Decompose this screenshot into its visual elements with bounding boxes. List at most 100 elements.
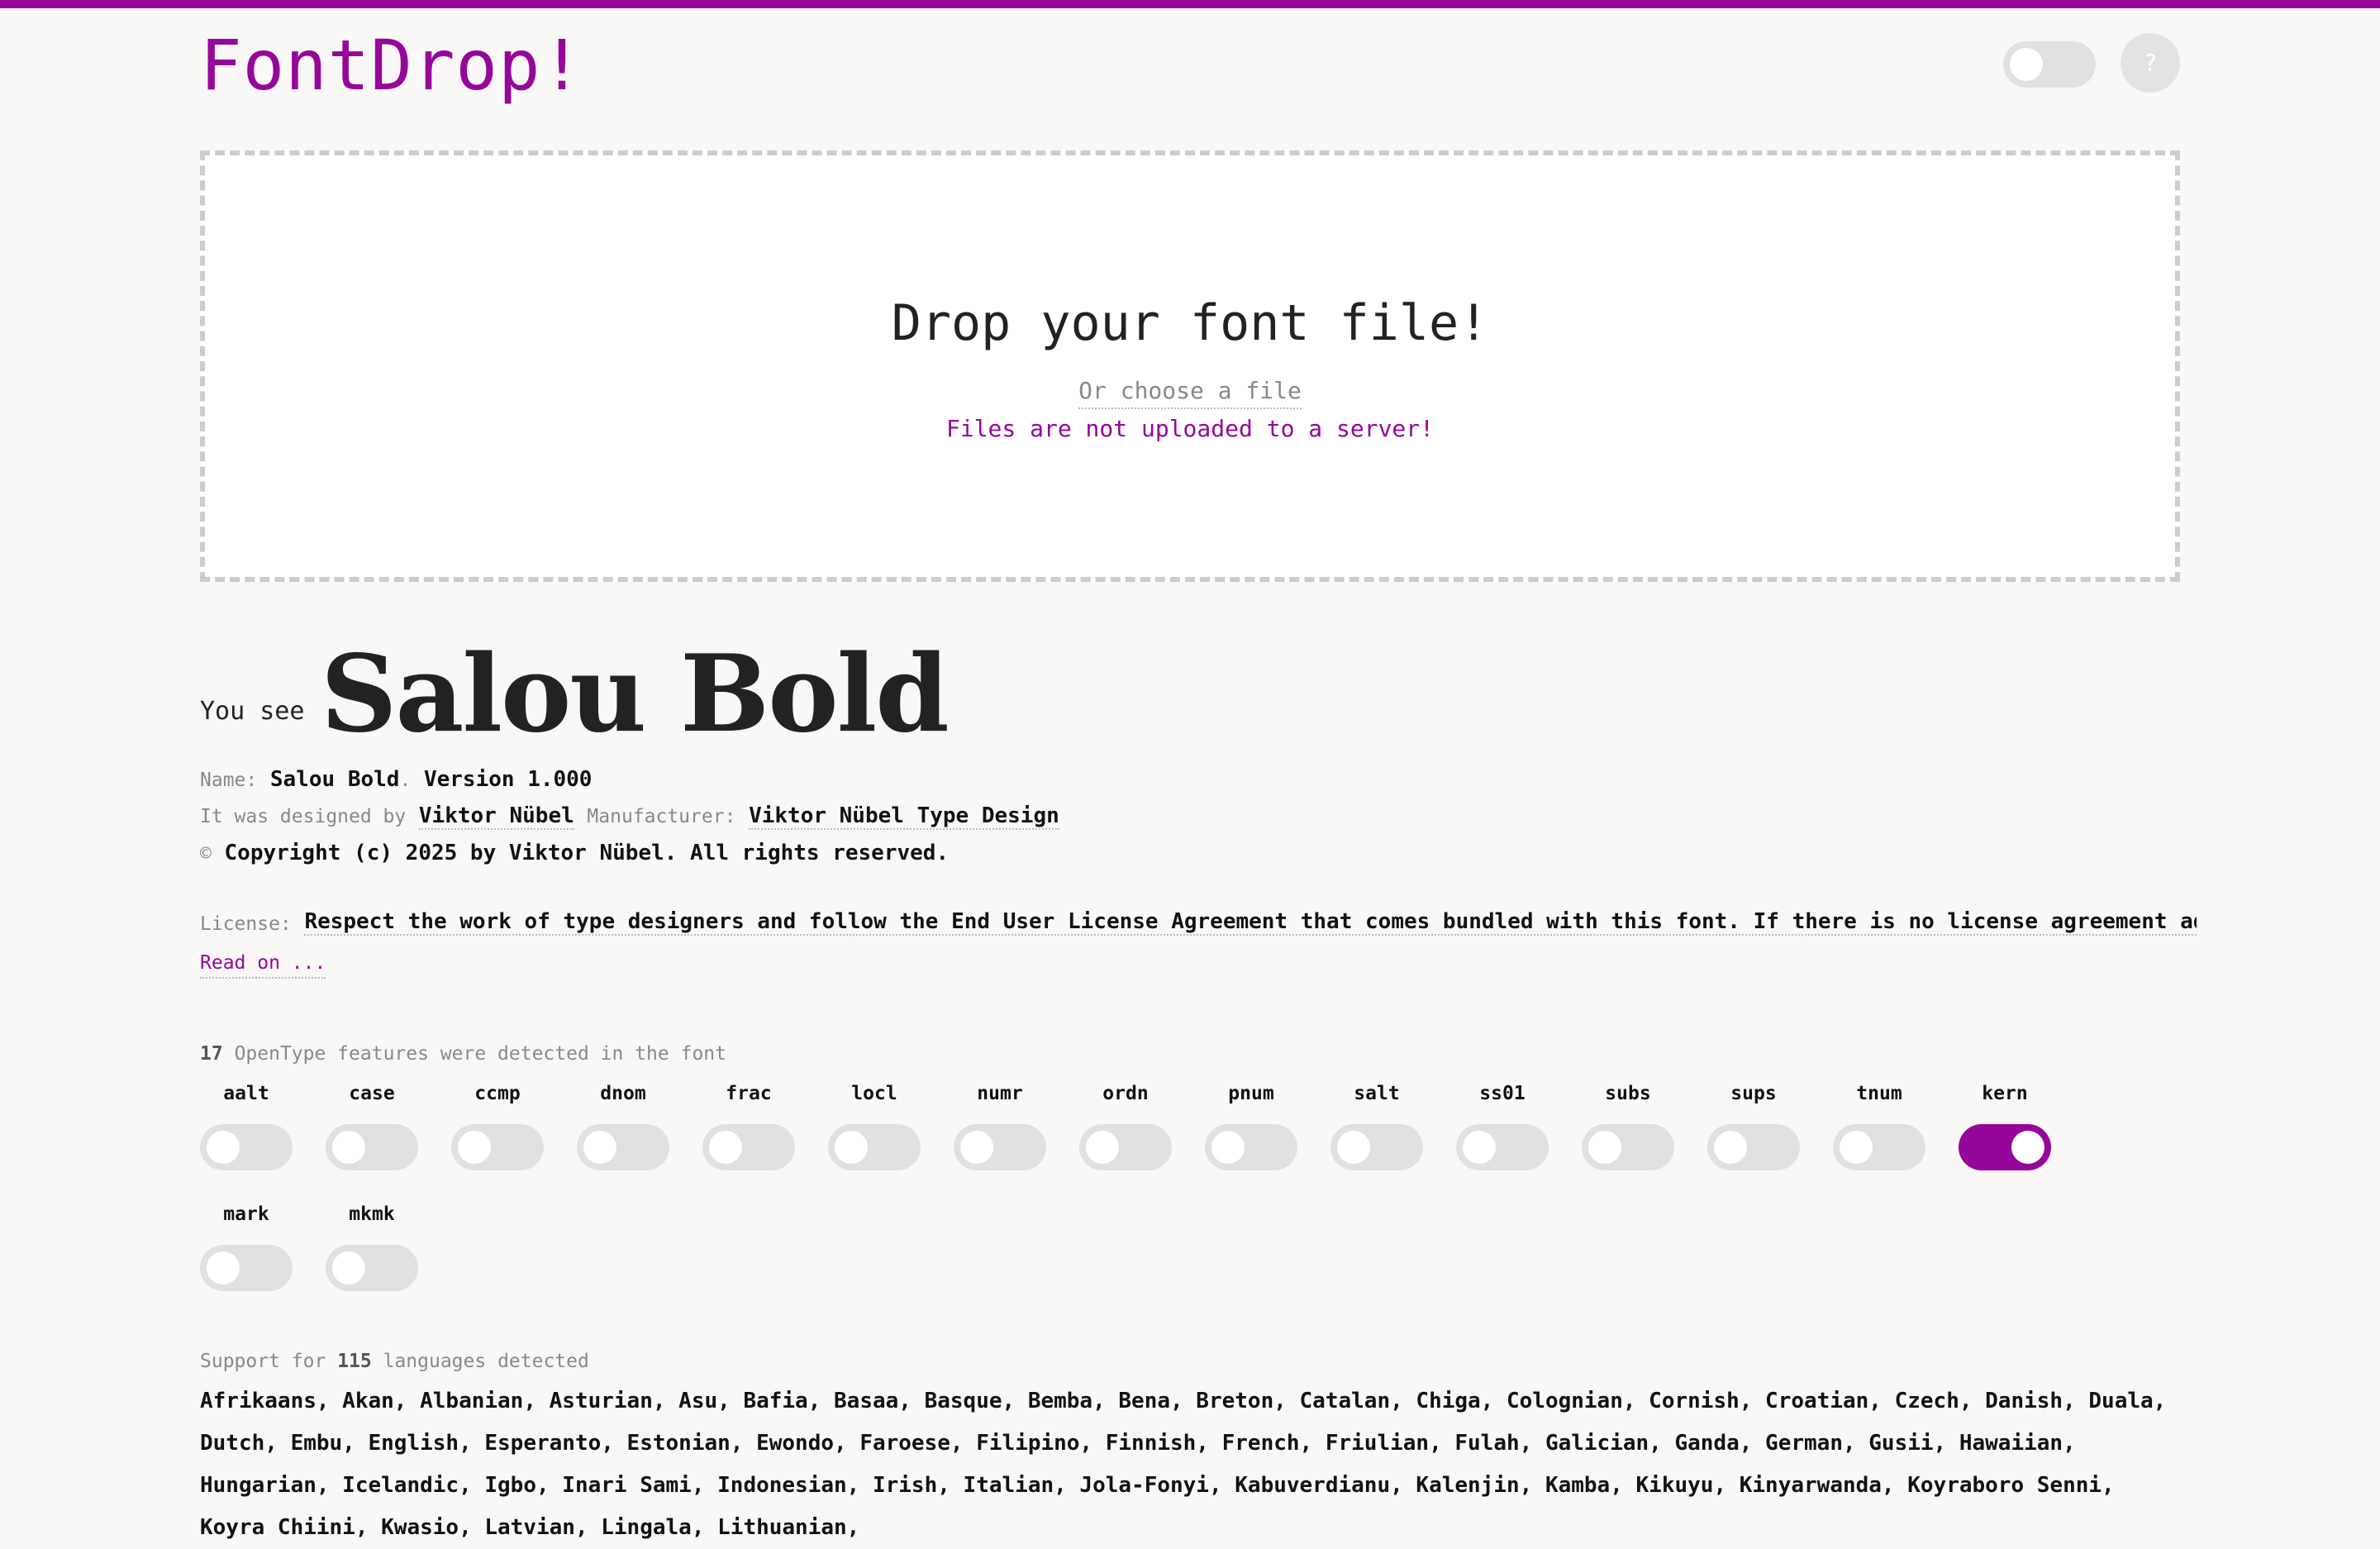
you-see-label: You see [200, 697, 305, 726]
feature-tag-label: case [349, 1083, 395, 1104]
toggle-knob [960, 1131, 993, 1164]
languages-summary: Support for 115 languages detected [200, 1351, 589, 1372]
features-summary-text: OpenType features were detected in the f… [234, 1043, 726, 1065]
designer-link[interactable]: Viktor Nübel [418, 803, 574, 830]
feature-numr: numr [954, 1083, 1046, 1174]
toggle-knob [207, 1251, 240, 1284]
license-row: License: Respect the work of type design… [200, 909, 2197, 936]
feature-toggle-numr[interactable] [954, 1124, 1046, 1170]
feature-tag-label: frac [726, 1083, 772, 1104]
license-text: Respect the work of type designers and f… [304, 909, 2197, 936]
languages-list: Afrikaans, Akan, Albanian, Asturian, Asu… [200, 1389, 2167, 1540]
feature-pnum: pnum [1205, 1083, 1297, 1174]
toggle-knob [1840, 1131, 1873, 1164]
toggle-knob [709, 1131, 742, 1164]
feature-aalt: aalt [200, 1083, 293, 1174]
toggle-knob [2010, 48, 2043, 81]
toggle-knob [1588, 1131, 1621, 1164]
feature-case: case [326, 1083, 418, 1174]
feature-tag-label: numr [977, 1083, 1023, 1104]
feature-tag-label: salt [1354, 1083, 1400, 1104]
font-name-row: Name: Salou Bold. Version 1.000 [200, 767, 592, 792]
feature-toggle-kern[interactable] [1959, 1124, 2051, 1170]
features-count: 17 [200, 1043, 223, 1065]
feature-mark: mark [200, 1203, 293, 1294]
feature-toggle-ordn[interactable] [1079, 1124, 1172, 1170]
dark-mode-toggle[interactable] [2003, 41, 2096, 88]
privacy-note: Files are not uploaded to a server! [945, 415, 1434, 442]
feature-tag-label: aalt [223, 1083, 269, 1104]
feature-toggle-ss01[interactable] [1456, 1124, 1549, 1170]
feature-dnom: dnom [577, 1083, 669, 1174]
feature-toggle-mkmk[interactable] [326, 1245, 418, 1291]
feature-toggle-locl[interactable] [828, 1124, 921, 1170]
feature-ccmp: ccmp [451, 1083, 544, 1174]
read-on-link[interactable]: Read on ... [200, 952, 326, 979]
feature-sups: sups [1707, 1083, 1800, 1174]
feature-tag-label: locl [851, 1083, 897, 1104]
font-display-name: Salou Bold [321, 632, 950, 756]
feature-tag-label: ordn [1102, 1083, 1149, 1104]
languages-count: 115 [337, 1351, 372, 1372]
dropzone-title: Drop your font file! [891, 294, 1489, 352]
feature-toggle-dnom[interactable] [577, 1124, 669, 1170]
copyright-row: © Copyright (c) 2025 by Viktor Nübel. Al… [200, 841, 949, 865]
feature-tag-label: sups [1730, 1083, 1777, 1104]
feature-tag-label: subs [1605, 1083, 1651, 1104]
feature-ordn: ordn [1079, 1083, 1172, 1174]
feature-tag-label: tnum [1856, 1083, 1902, 1104]
feature-mkmk: mkmk [326, 1203, 418, 1294]
feature-locl: locl [828, 1083, 921, 1174]
toggle-knob [332, 1131, 365, 1164]
header: FontDrop! ? [200, 8, 2180, 132]
font-version: Version 1.000 [423, 767, 593, 792]
feature-toggle-pnum[interactable] [1205, 1124, 1297, 1170]
languages-prefix: Support for [200, 1351, 326, 1372]
feature-toggle-salt[interactable] [1330, 1124, 1423, 1170]
feature-toggle-aalt[interactable] [200, 1124, 293, 1170]
feature-toggle-sups[interactable] [1707, 1124, 1800, 1170]
font-dropzone[interactable]: Drop your font file! Or choose a file Fi… [200, 150, 2180, 582]
feature-salt: salt [1330, 1083, 1423, 1174]
feature-ss01: ss01 [1456, 1083, 1549, 1174]
logo[interactable]: FontDrop! [200, 25, 583, 106]
toggle-knob [2011, 1131, 2044, 1164]
feature-frac: frac [702, 1083, 795, 1174]
copyright-icon: © [200, 843, 212, 865]
feature-toggle-tnum[interactable] [1833, 1124, 1925, 1170]
feature-subs: subs [1582, 1083, 1674, 1174]
toggle-knob [1714, 1131, 1747, 1164]
name-separator: . [399, 770, 412, 791]
designer-row: It was designed by Viktor Nübel Manufact… [200, 803, 1059, 830]
toggle-knob [1086, 1131, 1119, 1164]
features-summary: 17 OpenType features were detected in th… [200, 1043, 726, 1065]
manufacturer-link[interactable]: Viktor Nübel Type Design [749, 803, 1059, 830]
name-label: Name: [200, 770, 258, 791]
toggle-knob [1211, 1131, 1245, 1164]
designed-by-label: It was designed by [200, 806, 407, 827]
feature-tag-label: dnom [600, 1083, 646, 1104]
top-accent-bar [0, 0, 2380, 8]
feature-tag-label: ccmp [474, 1083, 521, 1104]
feature-tnum: tnum [1833, 1083, 1925, 1174]
feature-toggle-case[interactable] [326, 1124, 418, 1170]
toggle-knob [207, 1131, 240, 1164]
feature-tag-label: kern [1982, 1083, 2028, 1104]
choose-file-link-wrap: Or choose a file [205, 377, 2175, 409]
feature-tag-label: mark [223, 1203, 269, 1225]
feature-toggle-ccmp[interactable] [451, 1124, 544, 1170]
feature-toggle-mark[interactable] [200, 1245, 293, 1291]
help-button[interactable]: ? [2121, 33, 2180, 93]
choose-file-link[interactable]: Or choose a file [1078, 377, 1302, 409]
feature-toggle-subs[interactable] [1582, 1124, 1674, 1170]
license-label: License: [200, 913, 292, 935]
toggle-knob [583, 1131, 616, 1164]
feature-toggle-frac[interactable] [702, 1124, 795, 1170]
toggle-knob [835, 1131, 868, 1164]
toggle-knob [332, 1251, 365, 1284]
copyright-text: Copyright (c) 2025 by Viktor Nübel. All … [224, 841, 950, 865]
font-name: Salou Bold [269, 767, 400, 792]
manufacturer-label: Manufacturer: [587, 806, 736, 827]
toggle-knob [1337, 1131, 1370, 1164]
feature-tag-label: mkmk [349, 1203, 395, 1225]
